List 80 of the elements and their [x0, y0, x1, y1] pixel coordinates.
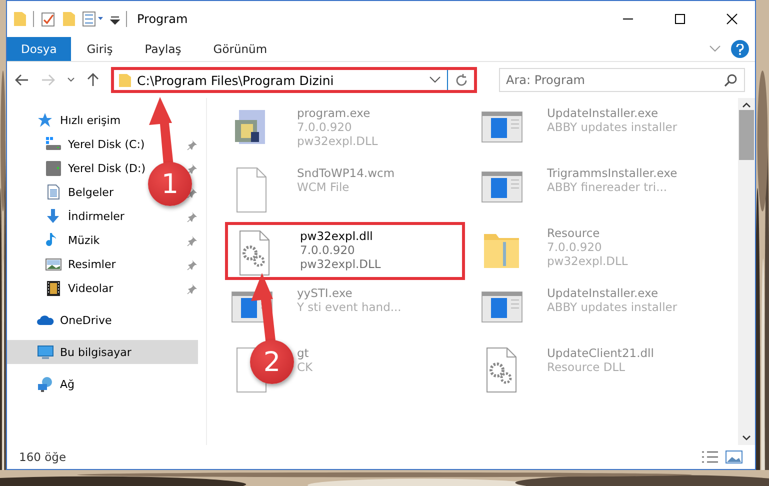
file-item[interactable]: pw32expl.dll 7.0.0.920 pw32expl.DLL: [225, 222, 465, 280]
file-detail: 7.0.0.920: [297, 120, 353, 134]
file-name: TrigrammsInstaller.exe: [547, 166, 678, 180]
refresh-icon[interactable]: [454, 74, 468, 86]
download-icon: [45, 208, 62, 224]
pin-icon[interactable]: [187, 234, 198, 246]
file-detail: CK: [297, 360, 313, 374]
help-icon[interactable]: [736, 44, 744, 54]
ribbon-tab[interactable]: Giriş: [70, 37, 129, 61]
file-name: UpdateClient21.dll: [547, 346, 654, 360]
folder-icon: [118, 72, 132, 88]
nav-item[interactable]: OneDrive: [7, 308, 198, 332]
file-name: SndToWP14.wcm: [297, 166, 395, 180]
ribbon-tab[interactable]: Görünüm: [197, 37, 284, 61]
file-name: gt: [297, 346, 310, 360]
maximize-icon[interactable]: [674, 13, 686, 25]
nav-item[interactable]: İndirmeler: [7, 204, 126, 228]
address-bar[interactable]: C:\Program Files\Program Dizini: [111, 67, 477, 93]
close-icon[interactable]: [726, 13, 738, 25]
search-field[interactable]: Ara: Program: [499, 68, 745, 92]
drive-icon: [45, 160, 62, 176]
folder-icon: [13, 11, 27, 27]
file-name: UpdateInstaller.exe: [547, 106, 660, 120]
file-name: program.exe: [297, 106, 372, 120]
pin-icon[interactable]: [187, 138, 198, 150]
file-detail: pw32expl.DLL: [547, 254, 628, 268]
scroll-down-icon[interactable]: [742, 435, 751, 441]
network-icon: [37, 376, 54, 392]
file-name: yySTI.exe: [297, 286, 354, 300]
file-detail: ABBY updates installer: [547, 300, 678, 314]
nav-item[interactable]: Bu bilgisayar: [7, 340, 198, 364]
pin-icon[interactable]: [187, 210, 198, 222]
up-arrow-icon[interactable]: [87, 73, 99, 87]
window-title: Program: [137, 12, 189, 26]
file-menu-tab[interactable]: Dosya: [7, 37, 71, 61]
search-icon[interactable]: [724, 74, 737, 87]
properties-icon[interactable]: [40, 11, 56, 27]
expand-ribbon-icon[interactable]: [709, 45, 721, 53]
back-arrow-icon[interactable]: [15, 74, 29, 86]
nav-item[interactable]: Müzik: [7, 228, 102, 252]
computer-icon: [37, 344, 54, 360]
view-dropdown-icon[interactable]: [82, 11, 104, 27]
document-icon: [45, 184, 62, 200]
file-detail: 7.0.0.920: [300, 243, 356, 257]
file-detail: pw32expl.DLL: [297, 134, 378, 148]
help-button[interactable]: [731, 40, 749, 58]
file-detail: 7.0.0.920: [547, 240, 603, 254]
nav-item[interactable]: Resimler: [7, 252, 118, 276]
nav-item[interactable]: Yerel Disk (C:): [7, 132, 147, 156]
nav-item[interactable]: Hızlı erişim: [7, 108, 198, 132]
nav-item[interactable]: Ağ: [7, 372, 198, 396]
file-detail: ABBY finereader tri...: [547, 180, 668, 194]
file-detail: WCM File: [297, 180, 350, 194]
ribbon-tab[interactable]: Paylaş: [128, 37, 198, 61]
pin-icon[interactable]: [187, 258, 198, 270]
file-name: pw32expl.dll: [300, 229, 374, 243]
large-icons-view-icon[interactable]: [725, 450, 743, 464]
pin-icon[interactable]: [187, 282, 198, 294]
scrollbar[interactable]: [738, 98, 755, 445]
scroll-thumb[interactable]: [739, 110, 754, 160]
pin-icon[interactable]: [187, 162, 198, 174]
file-detail: pw32expl.DLL: [300, 257, 381, 271]
file-name: UpdateInstaller.exe: [547, 286, 660, 300]
chevron-down-icon[interactable]: [429, 76, 441, 84]
nav-item[interactable]: Videolar: [7, 276, 116, 300]
details-view-icon[interactable]: [701, 450, 719, 464]
pin-icon[interactable]: [187, 186, 198, 198]
file-name: Resource: [547, 226, 601, 240]
video-icon: [45, 280, 62, 296]
pictures-icon: [45, 256, 62, 272]
chevron-down-icon[interactable]: [67, 77, 75, 83]
nav-item[interactable]: Yerel Disk (D:): [7, 156, 148, 180]
item-count: 160 öğe: [19, 450, 68, 464]
star-icon: [37, 112, 54, 128]
scroll-up-icon[interactable]: [742, 102, 751, 108]
nav-item[interactable]: Belgeler: [7, 180, 116, 204]
windrive-icon: [45, 136, 62, 152]
file-detail: ABBY updates installer: [547, 120, 678, 134]
file-detail: Y sti event hand...: [297, 300, 402, 314]
file-detail: Resource DLL: [547, 360, 626, 374]
